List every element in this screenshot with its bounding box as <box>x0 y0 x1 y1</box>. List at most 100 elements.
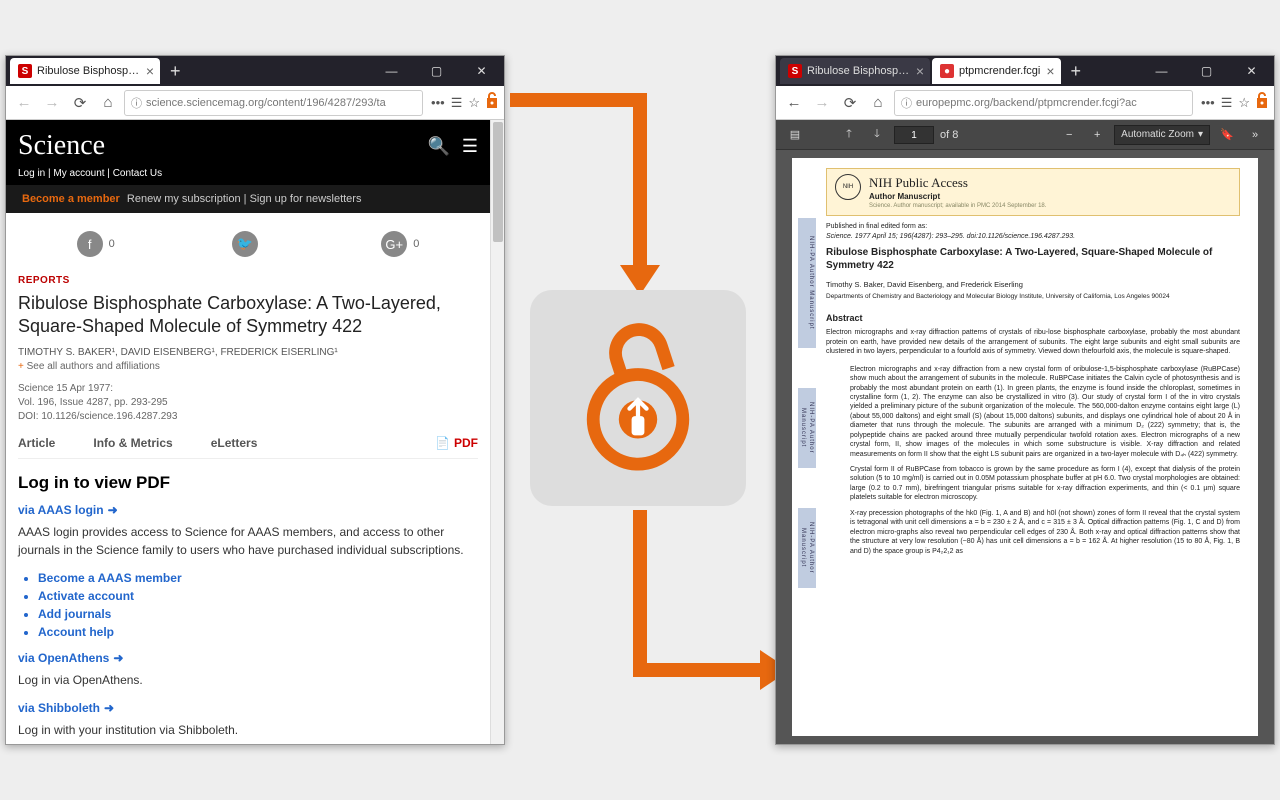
bookmark-icon[interactable]: ☆ <box>468 95 480 111</box>
menu-icon[interactable]: ☰ <box>462 136 478 157</box>
tab-info[interactable]: Info & Metrics <box>93 436 172 450</box>
pdf-affiliation: Departments of Chemistry and Bacteriolog… <box>826 293 1240 302</box>
nih-logo-icon: NIH <box>835 174 861 200</box>
aaas-login-desc: AAAS login provides access to Science fo… <box>18 523 478 559</box>
more-icon[interactable]: ••• <box>1201 95 1215 110</box>
reload-button[interactable]: ⟳ <box>838 91 862 115</box>
pub-final: Published in final edited form as: Scien… <box>826 222 1240 241</box>
pdf-article-title: Ribulose Bisphosphate Carboxylase: A Two… <box>826 247 1240 272</box>
window-controls: — ▢ ✕ <box>369 56 504 86</box>
tab-science-article[interactable]: S Ribulose Bisphosphate Carb × <box>780 58 930 84</box>
new-tab-button[interactable]: + <box>162 61 189 82</box>
open-access-icon[interactable] <box>1256 91 1268 114</box>
header-links[interactable]: Log in | My account | Contact Us <box>18 168 478 179</box>
forward-button[interactable]: → <box>810 91 834 115</box>
pdf-icon: 📄 <box>435 436 450 450</box>
urlbar-icons: ••• ☰ ☆ <box>431 91 498 114</box>
url-bar[interactable]: ⓘ europepmc.org/backend/ptpmcrender.fcgi… <box>894 90 1193 116</box>
reader-icon[interactable]: ☰ <box>1221 95 1233 111</box>
expand-icon[interactable]: » <box>1244 124 1266 146</box>
science-logo[interactable]: Science <box>18 130 105 162</box>
twitter-share[interactable]: 🐦 <box>232 231 264 257</box>
tab-science-article[interactable]: S Ribulose Bisphosphate Carboxy × <box>10 58 160 84</box>
home-button[interactable]: ⌂ <box>96 91 120 115</box>
close-icon[interactable]: ✕ <box>1229 56 1274 86</box>
back-button[interactable]: ← <box>12 91 36 115</box>
minimize-icon[interactable]: — <box>369 56 414 86</box>
pdf-content: ▤ 🡑 🡓 1 of 8 − + Automatic Zoom▾ 🔖 » NIH… <box>776 120 1274 744</box>
info-icon: ⓘ <box>131 95 142 111</box>
maximize-icon[interactable]: ▢ <box>414 56 459 86</box>
tab-bar: S Ribulose Bisphosphate Carb × ● ptpmcre… <box>776 56 1274 86</box>
nih-banner: NIH NIH Public Access Author Manuscript … <box>826 168 1240 216</box>
tab-close-icon[interactable]: × <box>916 63 924 79</box>
navigation-bar: ← → ⟳ ⌂ ⓘ europepmc.org/backend/ptpmcren… <box>776 86 1274 120</box>
tab-close-icon[interactable]: × <box>146 63 154 79</box>
banner-note: Science. Author manuscript; available in… <box>869 202 1046 210</box>
login-arrow-icon: ➜ <box>104 701 114 715</box>
search-icon[interactable]: 🔍 <box>427 136 449 157</box>
open-access-button-icon <box>530 290 746 506</box>
pdf-toolbar: ▤ 🡑 🡓 1 of 8 − + Automatic Zoom▾ 🔖 » <box>776 120 1274 150</box>
facebook-share[interactable]: f0 <box>77 231 115 257</box>
more-icon[interactable]: ••• <box>431 95 445 110</box>
sidebar-toggle-icon[interactable]: ▤ <box>784 124 806 146</box>
member-links[interactable]: Renew my subscription | Sign up for news… <box>127 193 362 205</box>
tab-eletters[interactable]: eLetters <box>211 436 258 450</box>
banner-subtitle: Author Manuscript <box>869 192 1046 203</box>
pdf-paragraph: Crystal form II of RuBPCase from tobacco… <box>850 465 1240 503</box>
reload-button[interactable]: ⟳ <box>68 91 92 115</box>
tab-pdf-render[interactable]: ● ptpmcrender.fcgi × <box>932 58 1061 84</box>
account-help-link[interactable]: Account help <box>38 625 478 639</box>
gp-count: 0 <box>413 238 419 250</box>
tab-pdf[interactable]: 📄PDF <box>435 436 478 450</box>
section-label: REPORTS <box>18 275 478 286</box>
margin-label: NIH-PA Author Manuscript <box>798 218 816 348</box>
tab-close-icon[interactable]: × <box>1046 63 1054 79</box>
open-access-lock-icon <box>583 318 693 478</box>
login-heading: Log in to view PDF <box>18 473 478 493</box>
shibboleth-desc: Log in with your institution via Shibbol… <box>18 721 478 739</box>
page-input[interactable]: 1 <box>894 126 934 144</box>
open-access-icon[interactable] <box>486 91 498 114</box>
next-page-icon[interactable]: 🡓 <box>866 124 888 146</box>
bookmark-page-icon[interactable]: 🔖 <box>1216 124 1238 146</box>
page-content: Science 🔍 ☰ Log in | My account | Contac… <box>6 120 504 744</box>
new-tab-button[interactable]: + <box>1063 61 1090 82</box>
science-page: Science 🔍 ☰ Log in | My account | Contac… <box>6 120 504 744</box>
home-button[interactable]: ⌂ <box>866 91 890 115</box>
pdf-paragraph: X-ray precession photographs of the hk0 … <box>850 509 1240 556</box>
back-button[interactable]: ← <box>782 91 806 115</box>
zoom-in-icon[interactable]: + <box>1086 124 1108 146</box>
openathens-desc: Log in via OpenAthens. <box>18 671 478 689</box>
favicon-pdf: ● <box>940 64 954 78</box>
pdf-page-container[interactable]: NIH-PA Author Manuscript NIH-PA Author M… <box>776 150 1274 744</box>
activate-account-link[interactable]: Activate account <box>38 589 478 603</box>
zoom-select[interactable]: Automatic Zoom▾ <box>1114 125 1210 145</box>
maximize-icon[interactable]: ▢ <box>1184 56 1229 86</box>
become-member-link[interactable]: Become a member <box>22 193 120 205</box>
forward-button[interactable]: → <box>40 91 64 115</box>
add-journals-link[interactable]: Add journals <box>38 607 478 621</box>
arrow-top <box>500 90 660 310</box>
tab-article[interactable]: Article <box>18 436 55 450</box>
urlbar-icons: ••• ☰ ☆ <box>1201 91 1268 114</box>
url-bar[interactable]: ⓘ science.sciencemag.org/content/196/428… <box>124 90 423 116</box>
prev-page-icon[interactable]: 🡑 <box>838 124 860 146</box>
become-member-link[interactable]: Become a AAAS member <box>38 571 478 585</box>
openathens-login-link[interactable]: via OpenAthens ➜ <box>18 651 478 665</box>
social-bar: f0 🐦 G+0 <box>6 213 490 275</box>
abstract-text: Electron micrographs and x-ray diffracti… <box>826 328 1240 356</box>
close-icon[interactable]: ✕ <box>459 56 504 86</box>
reader-icon[interactable]: ☰ <box>451 95 463 111</box>
see-all-authors[interactable]: + See all authors and affiliations <box>18 361 478 372</box>
gplus-share[interactable]: G+0 <box>381 231 419 257</box>
minimize-icon[interactable]: — <box>1139 56 1184 86</box>
pdf-viewer: ▤ 🡑 🡓 1 of 8 − + Automatic Zoom▾ 🔖 » NIH… <box>776 120 1274 744</box>
shibboleth-login-link[interactable]: via Shibboleth ➜ <box>18 701 478 715</box>
margin-label: NIH-PA Author Manuscript <box>798 508 816 588</box>
zoom-out-icon[interactable]: − <box>1058 124 1080 146</box>
aaas-login-link[interactable]: via AAAS login ➜ <box>18 503 478 517</box>
login-arrow-icon: ➜ <box>108 503 118 517</box>
bookmark-icon[interactable]: ☆ <box>1238 95 1250 111</box>
